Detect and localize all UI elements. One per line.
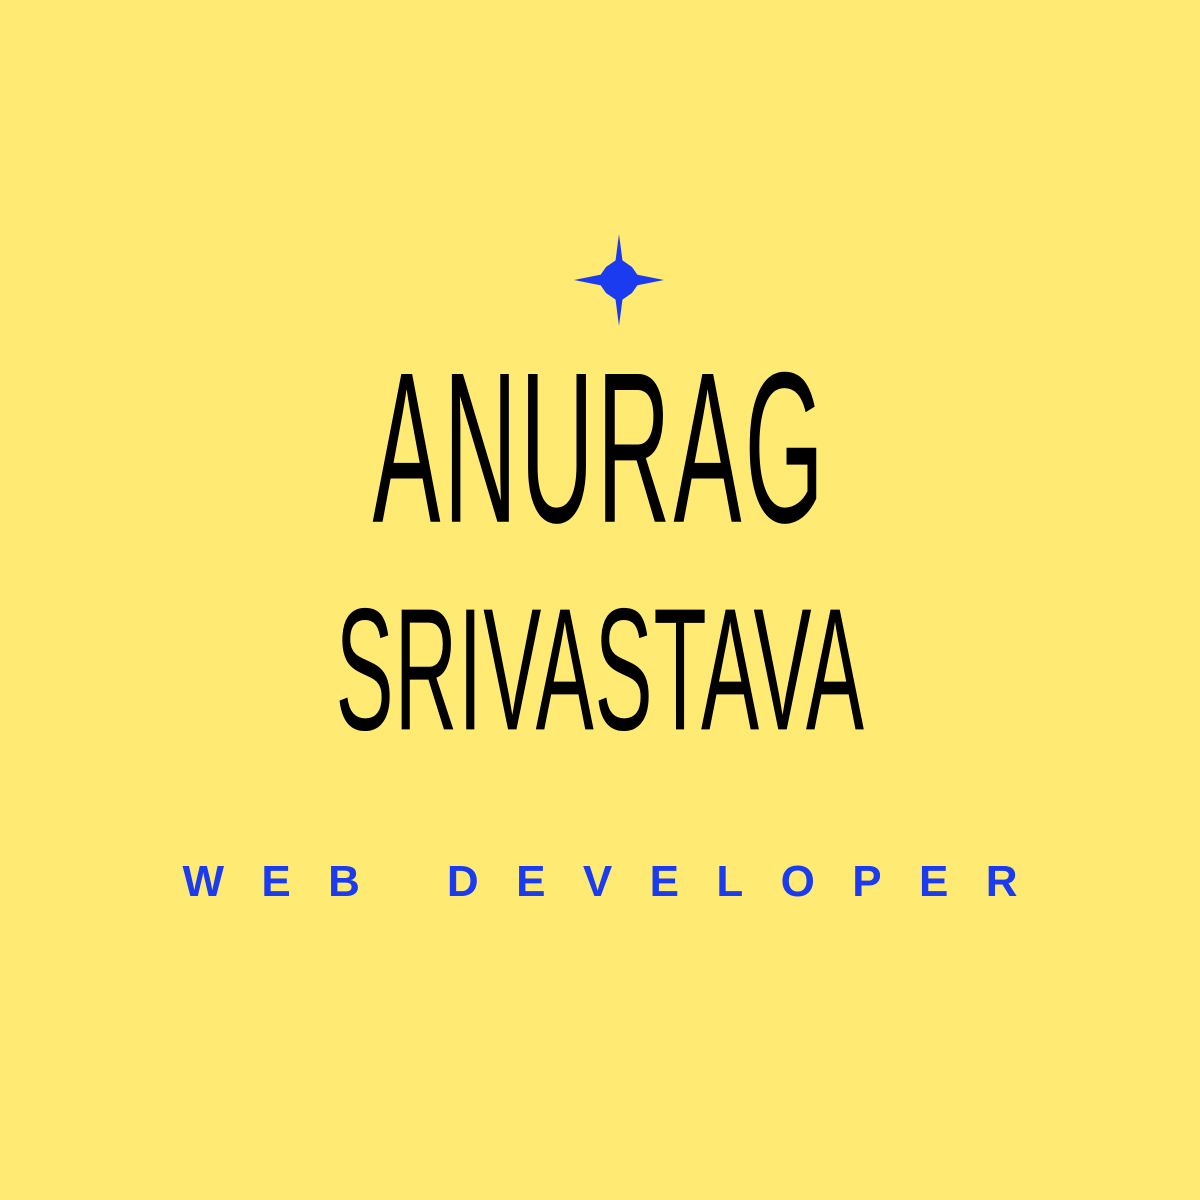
card: ANURAG SRIVASTAVA WEB DEVELOPER xyxy=(0,0,1200,1200)
last-name-text: SRIVASTAVA xyxy=(335,571,865,767)
four-point-star-icon xyxy=(574,234,664,326)
first-name: ANURAG xyxy=(0,340,1200,555)
first-name-text: ANURAG xyxy=(372,327,828,568)
job-title: WEB DEVELOPER xyxy=(182,857,1055,906)
last-name: SRIVASTAVA xyxy=(0,582,1200,756)
